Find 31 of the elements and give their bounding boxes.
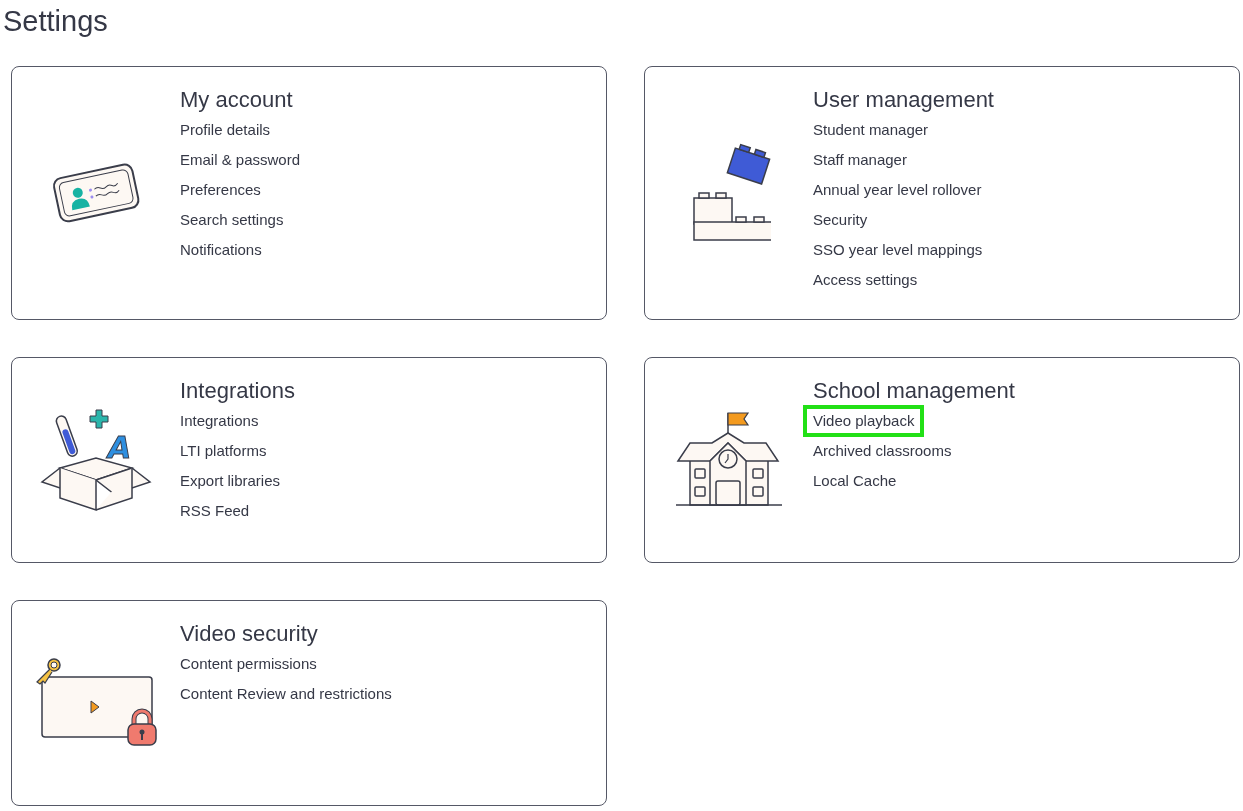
settings-link[interactable]: Search settings	[180, 209, 284, 231]
settings-link[interactable]: Student manager	[813, 119, 929, 141]
settings-link[interactable]: Video playback	[803, 405, 925, 437]
settings-link[interactable]: Email & password	[180, 149, 301, 171]
card-title: User management	[813, 86, 994, 114]
settings-link[interactable]: Local Cache	[813, 470, 897, 492]
card-title: My account	[180, 86, 293, 114]
locked-video-icon	[34, 657, 158, 747]
settings-link[interactable]: Archived classrooms	[813, 440, 952, 462]
school-building-icon	[676, 411, 782, 507]
illustration-letter: A	[108, 430, 132, 465]
settings-link[interactable]: RSS Feed	[180, 500, 250, 522]
settings-link[interactable]: Preferences	[180, 179, 261, 201]
card-title: Integrations	[180, 377, 295, 405]
settings-link[interactable]: Notifications	[180, 239, 262, 261]
plus-icon	[89, 409, 109, 429]
settings-link[interactable]: Annual year level rollover	[813, 179, 982, 201]
settings-link[interactable]: Staff manager	[813, 149, 907, 171]
card-title: School management	[813, 377, 1015, 405]
settings-link[interactable]: Content permissions	[180, 653, 317, 675]
settings-link[interactable]: Access settings	[813, 269, 918, 291]
page-title: Settings	[3, 4, 109, 39]
box-icon	[40, 457, 152, 512]
card-title: Video security	[180, 620, 318, 648]
settings-link[interactable]: SSO year level mappings	[813, 239, 983, 261]
settings-link[interactable]: Content Review and restrictions	[180, 683, 392, 705]
settings-link[interactable]: Profile details	[180, 119, 271, 141]
settings-link[interactable]: Security	[813, 209, 868, 231]
settings-link[interactable]: Integrations	[180, 410, 259, 432]
settings-link[interactable]: LTI platforms	[180, 440, 267, 462]
settings-link[interactable]: Export libraries	[180, 470, 281, 492]
